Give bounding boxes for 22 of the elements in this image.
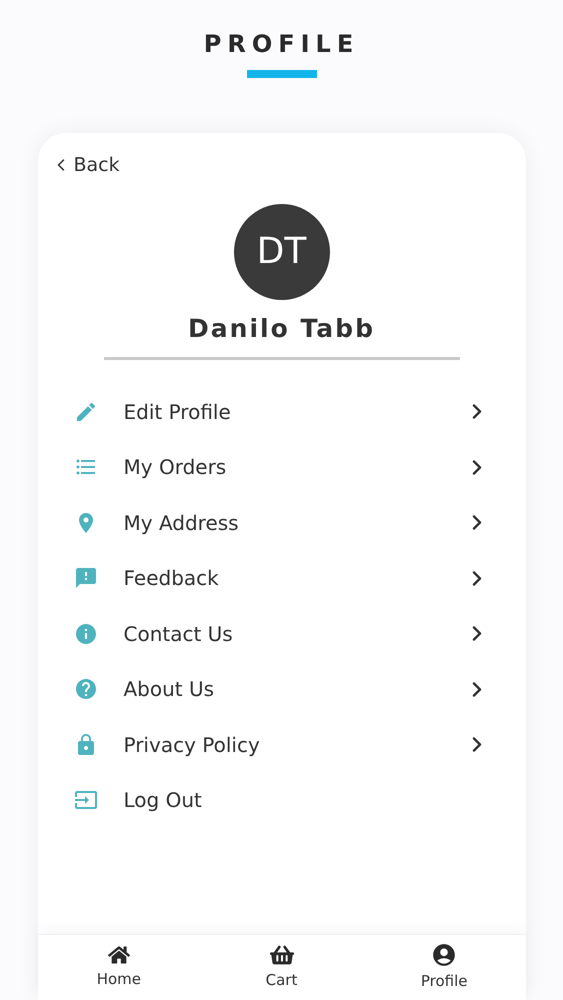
nav-tab[interactable]: Cart (200, 935, 363, 1000)
menu-item[interactable]: Edit Profile (38, 384, 526, 440)
nav-tab[interactable]: Profile (362, 935, 526, 1000)
basket-icon (270, 943, 294, 968)
title-underline (246, 70, 316, 78)
menu-item[interactable]: Feedback (38, 550, 526, 606)
menu-item[interactable]: About Us (38, 662, 526, 717)
info-icon (74, 622, 98, 646)
help-icon (74, 677, 98, 702)
menu-item[interactable]: Contact Us (38, 606, 526, 662)
menu-item[interactable]: Privacy Policy (38, 717, 526, 772)
nav-tab[interactable]: Home (38, 935, 200, 1000)
user-name: Danilo Tabb (188, 312, 375, 344)
menu-item[interactable]: Log Out (38, 772, 526, 828)
avatar: DT (234, 204, 330, 300)
menu-item[interactable]: My Address (38, 495, 526, 550)
profile-icon (431, 942, 458, 968)
home-icon (108, 944, 130, 966)
menu-item[interactable]: My Orders (38, 440, 526, 495)
page-title: PROFILE (204, 29, 360, 60)
speech-bubble-icon (74, 566, 98, 590)
back-button[interactable]: Back (54, 151, 120, 180)
